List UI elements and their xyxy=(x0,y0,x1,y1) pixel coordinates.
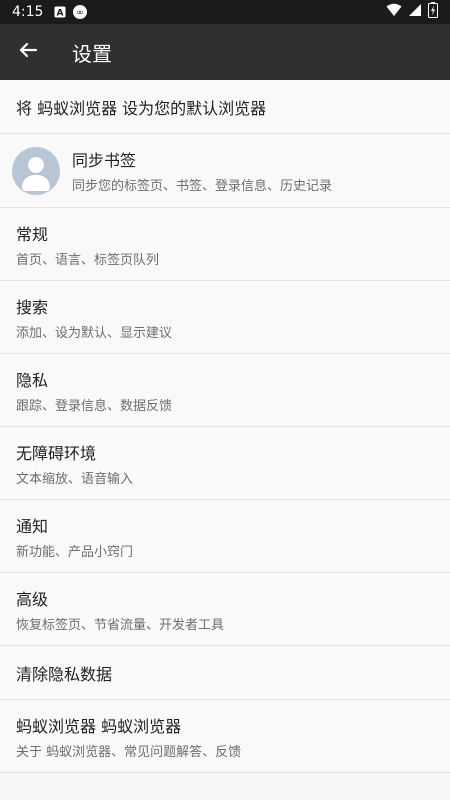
sync-bookmarks-item[interactable]: 同步书签 同步您的标签页、书签、登录信息、历史记录 xyxy=(0,134,450,208)
privacy-settings-description: 跟踪、登录信息、数据反馈 xyxy=(16,398,173,414)
accessibility-settings-item[interactable]: 无障碍环境 文本缩放、语音输入 xyxy=(0,427,450,500)
wifi-icon xyxy=(386,3,402,21)
search-settings-description: 添加、设为默认、显示建议 xyxy=(16,325,173,341)
set-default-browser-item[interactable]: 将 蚂蚁浏览器 设为您的默认浏览器 xyxy=(0,80,450,134)
notifications-settings-item[interactable]: 通知 新功能、产品小窍门 xyxy=(0,500,450,573)
general-settings-description: 首页、语言、标签页队列 xyxy=(16,252,160,268)
clear-private-data-item[interactable]: 清除隐私数据 xyxy=(0,646,450,700)
general-settings-label: 常规 xyxy=(16,224,49,244)
about-item[interactable]: 蚂蚁浏览器 蚂蚁浏览器 关于 蚂蚁浏览器、常见问题解答、反馈 xyxy=(0,700,450,773)
user-avatar-icon xyxy=(12,146,60,195)
status-bar: 4:15 A ∞ xyxy=(0,0,450,24)
infinity-icon: ∞ xyxy=(73,5,88,19)
notifications-settings-label: 通知 xyxy=(16,516,49,536)
advanced-settings-label: 高级 xyxy=(16,589,49,609)
set-default-browser-label: 将 蚂蚁浏览器 设为您的默认浏览器 xyxy=(16,98,267,118)
advanced-settings-description: 恢复标签页、节省流量、开发者工具 xyxy=(16,617,225,633)
search-settings-label: 搜索 xyxy=(16,297,49,317)
status-time: 4:15 xyxy=(12,4,44,20)
sync-bookmarks-description: 同步您的标签页、书签、登录信息、历史记录 xyxy=(72,179,333,194)
app-bar: 设置 xyxy=(0,24,450,80)
notifications-settings-description: 新功能、产品小窍门 xyxy=(16,544,134,560)
general-settings-item[interactable]: 常规 首页、语言、标签页队列 xyxy=(0,208,450,281)
accessibility-settings-description: 文本缩放、语音输入 xyxy=(16,471,134,487)
settings-list: 将 蚂蚁浏览器 设为您的默认浏览器 同步书签 同步您的标签页、书签、登录信息、历… xyxy=(0,80,450,773)
signal-icon xyxy=(408,3,422,21)
clear-private-data-label: 清除隐私数据 xyxy=(16,664,113,684)
back-button[interactable] xyxy=(0,24,56,80)
battery-icon xyxy=(428,2,438,22)
svg-text:A: A xyxy=(57,9,64,19)
text-a-icon: A xyxy=(53,5,67,19)
about-description: 关于 蚂蚁浏览器、常见问题解答、反馈 xyxy=(16,744,242,760)
page-title: 设置 xyxy=(72,41,112,66)
advanced-settings-item[interactable]: 高级 恢复标签页、节省流量、开发者工具 xyxy=(0,573,450,646)
sync-bookmarks-label: 同步书签 xyxy=(72,151,137,170)
privacy-settings-label: 隐私 xyxy=(16,370,49,390)
arrow-left-icon xyxy=(18,40,38,64)
about-label: 蚂蚁浏览器 蚂蚁浏览器 xyxy=(16,716,182,736)
status-right-icons xyxy=(386,2,438,22)
accessibility-settings-label: 无障碍环境 xyxy=(16,443,97,463)
privacy-settings-item[interactable]: 隐私 跟踪、登录信息、数据反馈 xyxy=(0,354,450,427)
svg-text:∞: ∞ xyxy=(77,8,85,18)
search-settings-item[interactable]: 搜索 添加、设为默认、显示建议 xyxy=(0,281,450,354)
